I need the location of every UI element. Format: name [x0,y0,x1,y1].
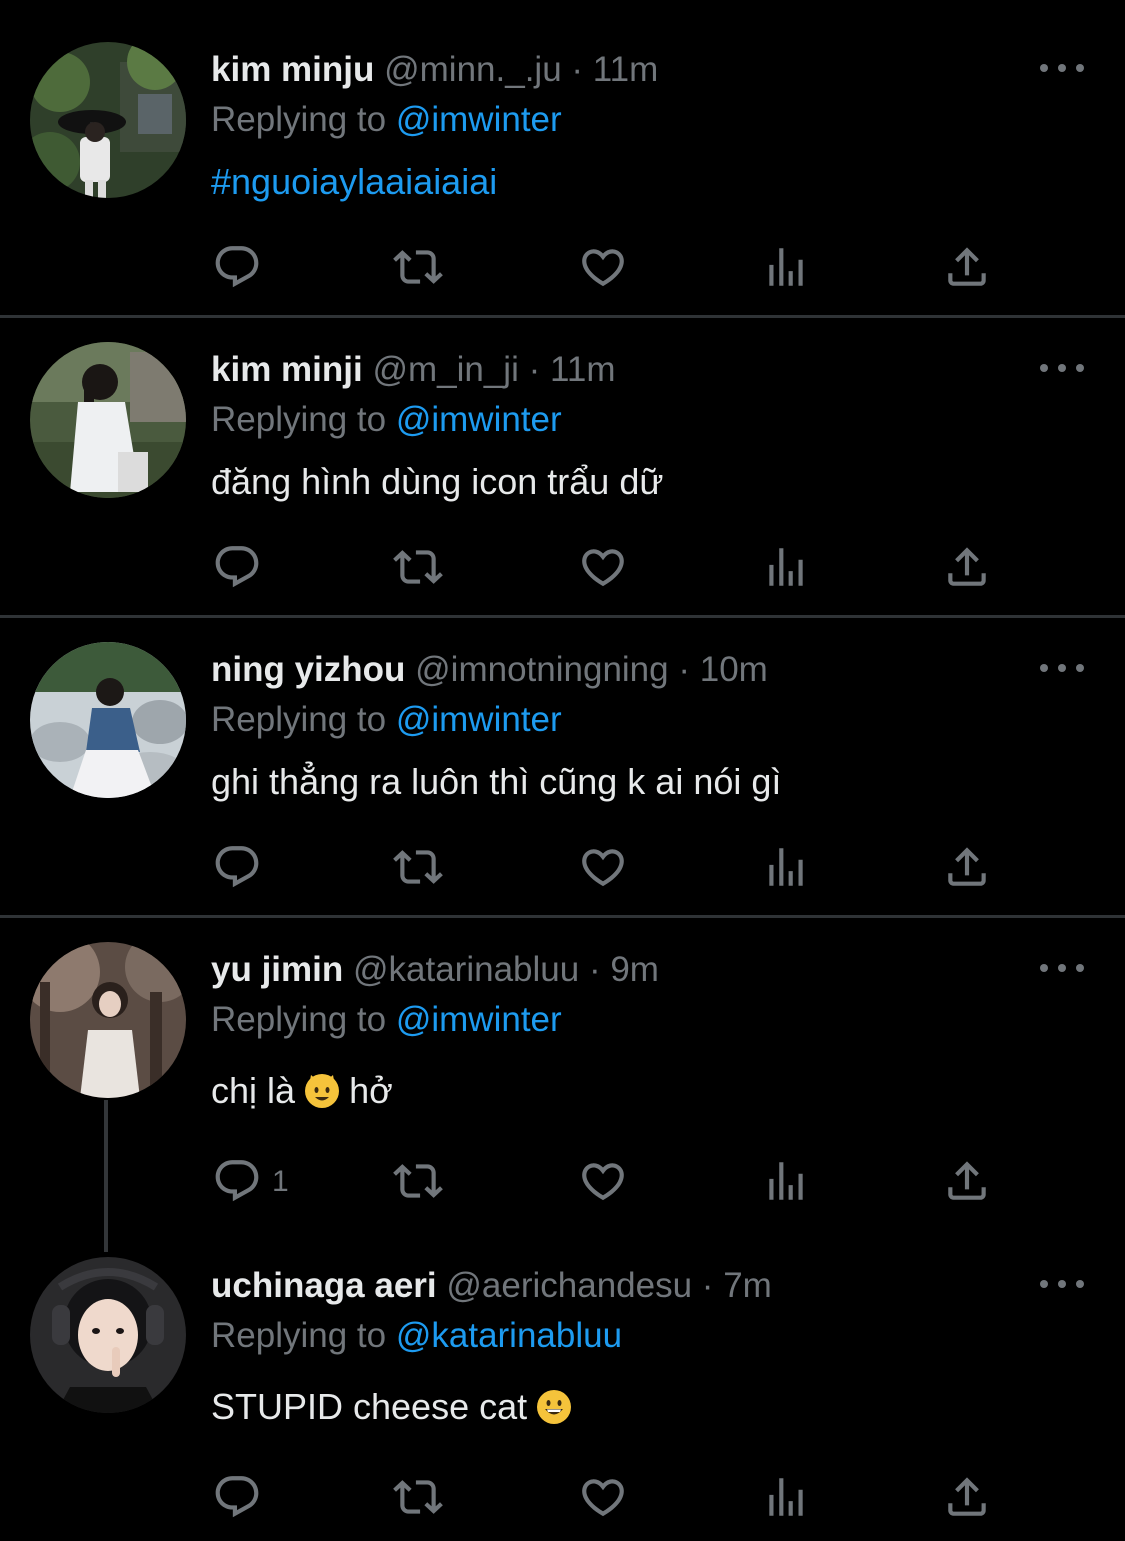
replying-to-label: Replying to [211,700,387,739]
more-icon[interactable] [1040,658,1084,678]
display-name[interactable]: kim minju [211,50,374,89]
separator: · [701,1266,714,1305]
timestamp[interactable]: 11m [593,50,659,89]
separator: · [678,650,691,689]
analytics-icon[interactable] [761,842,811,892]
like-icon[interactable] [578,542,628,592]
more-icon[interactable] [1040,58,1084,78]
like-icon[interactable] [578,1472,628,1522]
tweet-text-part: STUPID cheese cat [211,1386,528,1427]
reply-feed: kim minju @minn._.ju · 11m Replying to @… [0,0,1125,1541]
like-icon[interactable] [578,1156,628,1206]
replying-to-line: Replying to @imwinter [211,398,562,442]
analytics-icon[interactable] [761,542,811,592]
share-icon[interactable] [942,1472,992,1522]
tweet-header: yu jimin @katarinabluu · 9m [211,948,659,992]
tweet-kim-minju[interactable]: kim minju @minn._.ju · 11m Replying to @… [0,0,1125,315]
like-icon[interactable] [578,242,628,292]
separator: · [588,950,601,989]
replying-to-mention[interactable]: @imwinter [396,1000,562,1039]
tweet-header: ning yizhou @imnotningning · 10m [211,648,768,692]
retweet-icon[interactable] [393,842,443,892]
more-icon[interactable] [1040,358,1084,378]
separator: · [571,50,584,89]
display-name[interactable]: yu jimin [211,950,343,989]
analytics-icon[interactable] [761,1156,811,1206]
avatar[interactable] [30,342,186,498]
tweet-kim-minji[interactable]: kim minji @m_in_ji · 11m Replying to @im… [0,318,1125,615]
retweet-icon[interactable] [393,1472,443,1522]
tweet-text: STUPID cheese cat [211,1382,572,1432]
replying-to-label: Replying to [211,1000,387,1039]
share-icon[interactable] [942,1156,992,1206]
display-name[interactable]: kim minji [211,350,363,389]
reply-icon[interactable] [212,542,262,592]
tweet-ning-yizhou[interactable]: ning yizhou @imnotningning · 10m Replyin… [0,618,1125,915]
avatar[interactable] [30,42,186,198]
replying-to-label: Replying to [211,100,387,139]
reply-icon[interactable] [212,842,262,892]
replying-to-mention[interactable]: @katarinabluu [396,1316,622,1355]
tweet-text: chị là hở [211,1066,393,1116]
retweet-icon[interactable] [393,242,443,292]
tweet-text: đăng hình dùng icon trẩu dữ [211,461,664,502]
tweet-header: kim minju @minn._.ju · 11m [211,48,658,92]
more-icon[interactable] [1040,1274,1084,1294]
cat-face-emoji [305,1074,340,1108]
share-icon[interactable] [942,842,992,892]
user-handle[interactable]: @imnotningning [415,650,668,689]
tweet-yu-jimin[interactable]: yu jimin @katarinabluu · 9m Replying to … [0,918,1125,1235]
tweet-text-part: chị là [211,1070,296,1111]
replying-to-line: Replying to @katarinabluu [211,1314,622,1358]
timestamp[interactable]: 7m [723,1266,772,1305]
share-icon[interactable] [942,242,992,292]
user-handle[interactable]: @aerichandesu [446,1266,692,1305]
grinning-face-emoji [537,1390,572,1424]
retweet-icon[interactable] [393,542,443,592]
timestamp[interactable]: 11m [550,350,616,389]
retweet-icon[interactable] [393,1156,443,1206]
more-icon[interactable] [1040,958,1084,978]
replying-to-line: Replying to @imwinter [211,98,562,142]
tweet-text-part: hở [349,1070,393,1111]
replying-to-label: Replying to [211,400,387,439]
reply-icon[interactable] [212,242,262,292]
replying-to-mention[interactable]: @imwinter [396,700,562,739]
timestamp[interactable]: 10m [700,650,768,689]
reply-icon[interactable] [212,1156,262,1206]
display-name[interactable]: ning yizhou [211,650,405,689]
replying-to-mention[interactable]: @imwinter [396,400,562,439]
timestamp[interactable]: 9m [610,950,659,989]
user-handle[interactable]: @katarinabluu [353,950,579,989]
tweet-text-hashtag[interactable]: #nguoiaylaaiaiaiai [211,157,497,207]
replying-to-line: Replying to @imwinter [211,998,562,1042]
avatar[interactable] [30,1257,186,1413]
tweet-uchinaga-aeri[interactable]: uchinaga aeri @aerichandesu · 7m Replyin… [0,1236,1125,1541]
replying-to-mention[interactable]: @imwinter [396,100,562,139]
avatar[interactable] [30,642,186,798]
tweet-text: ghi thẳng ra luôn thì cũng k ai nói gì [211,761,782,802]
avatar[interactable] [30,942,186,1098]
analytics-icon[interactable] [761,1472,811,1522]
reply-icon[interactable] [212,1472,262,1522]
user-handle[interactable]: @minn._.ju [384,50,562,89]
reply-count: 1 [272,1165,289,1198]
tweet-header: uchinaga aeri @aerichandesu · 7m [211,1264,772,1308]
replying-to-label: Replying to [211,1316,387,1355]
like-icon[interactable] [578,842,628,892]
user-handle[interactable]: @m_in_ji [372,350,518,389]
tweet-header: kim minji @m_in_ji · 11m [211,348,616,392]
separator: · [528,350,541,389]
replying-to-line: Replying to @imwinter [211,698,562,742]
share-icon[interactable] [942,542,992,592]
analytics-icon[interactable] [761,242,811,292]
display-name[interactable]: uchinaga aeri [211,1266,437,1305]
